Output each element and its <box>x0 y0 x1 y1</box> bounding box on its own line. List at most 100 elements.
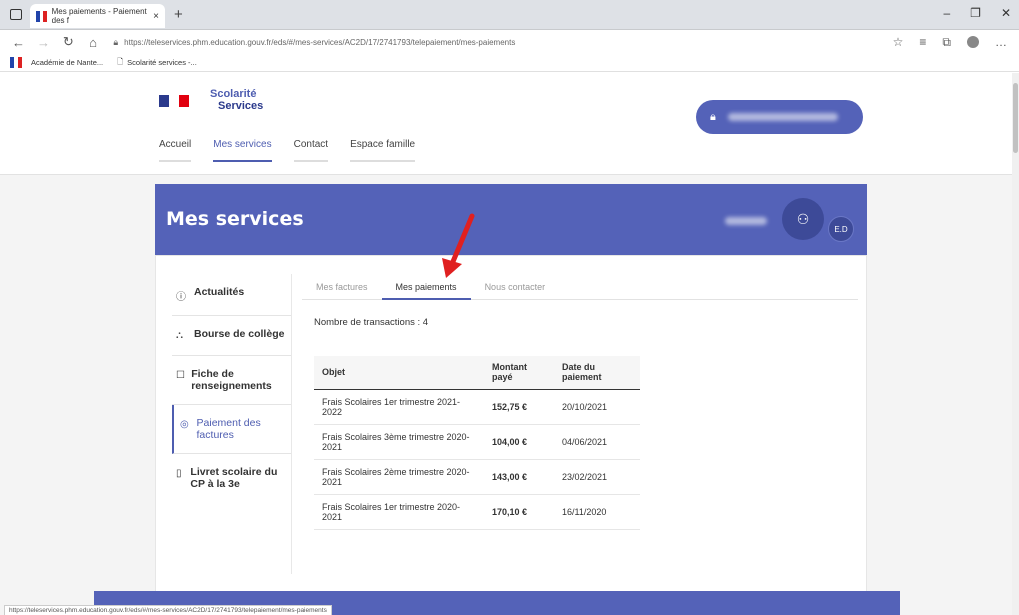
sidebar-item-label: Actualités <box>194 286 245 298</box>
services-card: ⓘ Actualités ⛬ Bourse de collège ☐ Fiche… <box>155 255 867 615</box>
favorite-star-icon[interactable]: ☆ <box>893 35 904 49</box>
window-controls: – ❐ ✕ <box>943 6 1011 20</box>
redacted-username <box>727 113 838 121</box>
services-banner: Mes services ⚇ E.D <box>155 184 867 255</box>
user-initials-badge[interactable]: E.D <box>828 216 854 242</box>
column-header: Montant payé <box>484 356 554 390</box>
bookmark-label: Académie de Nante... <box>31 58 104 67</box>
sidebar-divider <box>291 274 292 574</box>
sidebar-item-label: Bourse de collège <box>194 328 285 340</box>
status-bar-url: https://teleservices.phm.education.gouv.… <box>4 605 332 615</box>
school-icon: ⛬ <box>176 330 183 341</box>
table-row: Frais Scolaires 1er trimestre 2020-2021 … <box>314 494 640 530</box>
cell-montant: 152,75 € <box>484 389 554 425</box>
lock-icon: 🔒︎ <box>113 36 119 47</box>
cell-date: 20/10/2021 <box>554 389 640 425</box>
address-bar[interactable]: 🔒︎ https://teleservices.phm.education.go… <box>113 37 892 48</box>
bookmark-scolarite[interactable]: 🗋 Scolarité services -... <box>117 56 197 69</box>
payment-tabs: Mes factures Mes paiements Nous contacte… <box>302 274 858 300</box>
bookmark-favicon-icon <box>10 57 22 68</box>
payments-table: Objet Montant payé Date du paiement Frai… <box>314 356 640 530</box>
sidebar-item-paiement[interactable]: ◎ Paiement des factures <box>172 405 292 454</box>
book-icon: ▯ <box>176 468 182 479</box>
arrow-head <box>442 258 462 278</box>
site-favicon-icon <box>36 10 47 22</box>
page-title: Mes services <box>166 208 304 230</box>
bookmark-label: Scolarité services -... <box>127 58 197 67</box>
lock-icon: 🔒︎ <box>710 110 716 123</box>
payment-icon: ◎ <box>180 419 189 430</box>
reload-icon[interactable]: ↻ <box>62 34 75 50</box>
cell-date: 04/06/2021 <box>554 424 640 460</box>
site-header: Scolarité Services Accueil Mes services … <box>0 73 1012 175</box>
browser-tab[interactable]: Mes paiements - Paiement des f × <box>30 4 165 28</box>
cell-date: 23/02/2021 <box>554 459 640 495</box>
main-nav: Accueil Mes services Contact Espace fami… <box>159 139 437 162</box>
home-icon[interactable]: ⌂ <box>87 35 100 50</box>
forward-icon[interactable]: → <box>37 35 50 50</box>
sidebar-item-livret[interactable]: ▯ Livret scolaire du CP à la 3e <box>172 454 292 502</box>
sidebar-item-bourse[interactable]: ⛬ Bourse de collège <box>172 316 292 356</box>
cell-objet: Frais Scolaires 1er trimestre 2021-2022 <box>314 389 484 425</box>
web-page: Scolarité Services Accueil Mes services … <box>0 73 1012 615</box>
more-menu-icon[interactable]: … <box>995 35 1007 49</box>
sidebar-item-actualites[interactable]: ⓘ Actualités <box>172 274 292 316</box>
cell-date: 16/11/2020 <box>554 494 640 530</box>
column-header: Objet <box>314 356 484 390</box>
cell-objet: Frais Scolaires 2ème trimestre 2020-2021 <box>314 459 484 495</box>
page-icon: 🗋 <box>117 57 124 66</box>
restore-icon[interactable]: ❐ <box>970 6 981 20</box>
minimize-icon[interactable]: – <box>943 6 950 20</box>
tab-actions-icon[interactable] <box>10 9 22 20</box>
table-row: Frais Scolaires 3ème trimestre 2020-2021… <box>314 424 640 460</box>
tab-nous-contacter[interactable]: Nous contacter <box>471 274 560 300</box>
back-icon[interactable]: ← <box>12 35 25 50</box>
nav-accueil[interactable]: Accueil <box>159 139 192 162</box>
cell-objet: Frais Scolaires 1er trimestre 2020-2021 <box>314 494 484 530</box>
cell-montant: 143,00 € <box>484 459 554 495</box>
brand-line1: Scolarité <box>210 88 257 100</box>
table-row: Frais Scolaires 1er trimestre 2021-2022 … <box>314 389 640 425</box>
tab-title: Mes paiements - Paiement des f <box>51 7 147 25</box>
nav-mes-services[interactable]: Mes services <box>213 139 272 162</box>
new-tab-button[interactable]: + <box>174 6 183 23</box>
tab-close-icon[interactable]: × <box>153 11 159 22</box>
red-arrow-icon <box>442 213 475 278</box>
collections-icon[interactable]: ⧉ <box>942 35 951 50</box>
cell-montant: 104,00 € <box>484 424 554 460</box>
favorites-list-icon[interactable]: ≡ <box>919 35 926 49</box>
toolbar-right-icons: ☆ ≡ ⧉ … <box>893 35 1007 50</box>
bookmarks-bar: Académie de Nante... 🗋 Scolarité service… <box>0 54 1019 72</box>
sidebar-item-label: Paiement des factures <box>196 417 261 441</box>
info-icon: ⓘ <box>176 292 186 303</box>
browser-toolbar: ← → ↻ ⌂ 🔒︎ https://teleservices.phm.educ… <box>0 30 1019 54</box>
nav-espace-famille[interactable]: Espace famille <box>350 139 416 162</box>
column-header: Date du paiement <box>554 356 640 390</box>
arrow-shaft <box>449 213 475 267</box>
services-sidebar: ⓘ Actualités ⛬ Bourse de collège ☐ Fiche… <box>172 274 292 502</box>
cell-objet: Frais Scolaires 3ème trimestre 2020-2021 <box>314 424 484 460</box>
scrollbar-thumb[interactable] <box>1013 83 1018 153</box>
republique-flag-logo <box>159 95 189 107</box>
table-row: Frais Scolaires 2ème trimestre 2020-2021… <box>314 459 640 495</box>
bookmark-academie[interactable]: Académie de Nante... <box>10 57 103 68</box>
scolarite-services-logo[interactable]: Scolarité Services <box>210 88 264 112</box>
table-header-row: Objet Montant payé Date du paiement <box>314 356 640 390</box>
page-scrollbar[interactable] <box>1012 73 1019 615</box>
profile-avatar[interactable] <box>967 36 979 48</box>
transaction-count: Nombre de transactions : 4 <box>314 317 429 328</box>
browser-tab-bar: Mes paiements - Paiement des f × + – ❐ ✕ <box>0 0 1019 30</box>
sidebar-item-fiche[interactable]: ☐ Fiche de renseignements <box>172 356 292 405</box>
tab-mes-factures[interactable]: Mes factures <box>302 274 382 300</box>
close-window-icon[interactable]: ✕ <box>1001 6 1011 20</box>
brand-line2: Services <box>218 99 264 112</box>
nav-contact[interactable]: Contact <box>293 139 329 162</box>
redacted-name <box>725 217 767 225</box>
sidebar-item-label: Livret scolaire du CP à la 3e <box>190 466 278 490</box>
sidebar-item-label: Fiche de renseignements <box>191 368 272 392</box>
url-text: https://teleservices.phm.education.gouv.… <box>124 37 516 47</box>
document-icon: ☐ <box>176 370 185 381</box>
cell-montant: 170,10 € <box>484 494 554 530</box>
user-icon[interactable]: ⚇ <box>782 198 824 240</box>
account-button[interactable]: 🔒︎ <box>696 100 863 134</box>
